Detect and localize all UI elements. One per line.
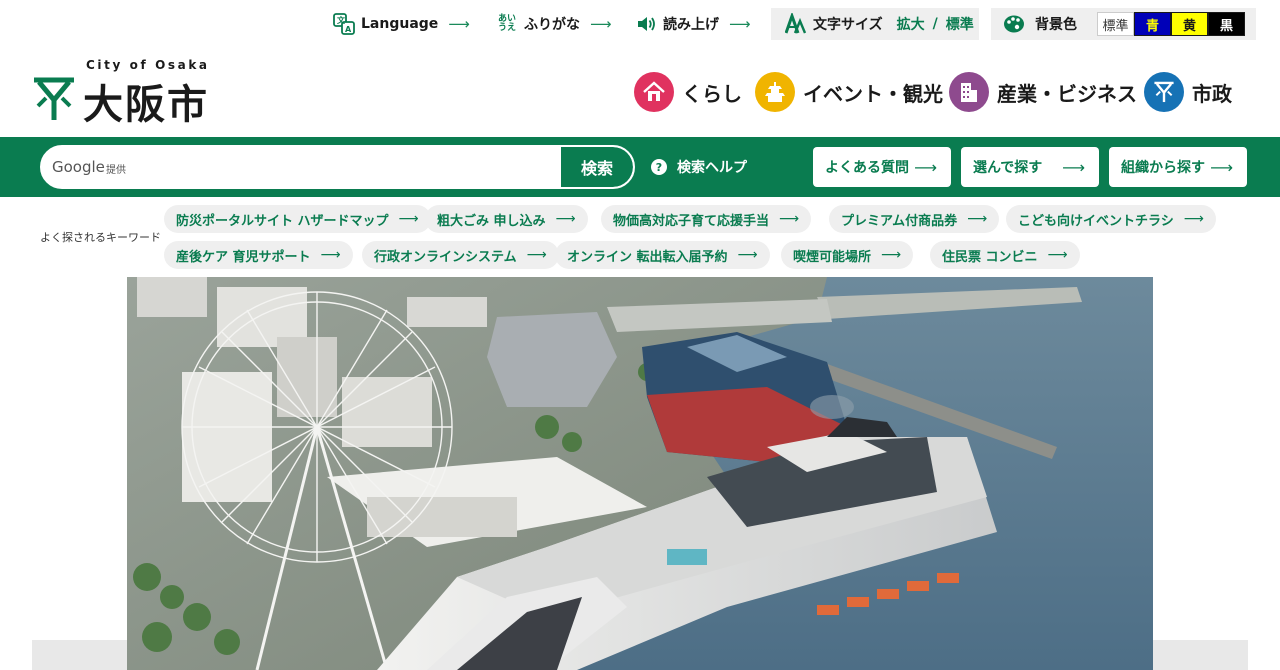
font-size-enlarge[interactable]: 拡大 <box>897 14 925 34</box>
hero-photo-illustration <box>127 277 1153 670</box>
keywords-label: よく探されるキーワード <box>40 231 161 244</box>
font-size-icon <box>785 13 807 35</box>
arrow-right-icon: ⟶ <box>1210 157 1233 177</box>
font-size-standard[interactable]: 標準 <box>946 14 974 34</box>
furigana-icon-bottom: うえ <box>497 23 516 33</box>
keyword-label: 防災ポータルサイト ハザードマップ <box>176 213 389 229</box>
keyword-label: こども向けイベントチラシ <box>1018 213 1174 229</box>
logo-japanese: 大阪市 <box>83 82 209 128</box>
keyword-label: プレミアム付商品券 <box>841 213 958 229</box>
choose-search-label: 選んで探す <box>973 160 1043 176</box>
background-color-label: 背景色 <box>1035 17 1077 33</box>
speaker-icon <box>635 13 657 35</box>
search-band: Google 提供 検索 ? 検索ヘルプ よくある質問 ⟶ 選んで探す ⟶ 組織… <box>0 137 1280 197</box>
keyword-label: オンライン 転出転入届予約 <box>567 249 728 265</box>
keyword-chip[interactable]: こども向けイベントチラシ ⟶ <box>1006 205 1216 233</box>
furigana-link[interactable]: あい うえ ふりがな ⟶ <box>496 8 612 40</box>
city-emblem-icon <box>34 77 74 120</box>
building-icon <box>949 72 989 112</box>
background-color-control: 背景色 標準 青 黄 黒 <box>991 8 1256 40</box>
search-input[interactable] <box>138 153 558 181</box>
font-size-separator: / <box>932 16 938 32</box>
font-size-label: 文字サイズ <box>813 17 883 33</box>
keyword-chip[interactable]: 行政オンラインシステム ⟶ <box>362 241 559 269</box>
arrow-right-icon: ⟶ <box>737 247 758 263</box>
nav-kurashi-label: くらし <box>682 81 742 106</box>
google-provided-label: 提供 <box>106 165 126 176</box>
arrow-right-icon: ⟶ <box>967 211 988 227</box>
keyword-chip[interactable]: 粗大ごみ 申し込み ⟶ <box>425 205 588 233</box>
faq-button[interactable]: よくある質問 ⟶ <box>813 147 951 187</box>
city-emblem-icon <box>1144 72 1184 112</box>
search-help-link[interactable]: ? 検索ヘルプ <box>651 157 747 177</box>
language-label: Language <box>361 16 439 32</box>
arrow-right-icon: ⟶ <box>398 211 419 227</box>
help-icon: ? <box>651 159 667 175</box>
arrow-right-icon: ⟶ <box>590 15 612 33</box>
nav-business[interactable]: 産業・ビジネス <box>949 71 1137 113</box>
read-aloud-link[interactable]: 読み上げ ⟶ <box>635 8 751 40</box>
bg-blue-button[interactable]: 青 <box>1134 12 1171 36</box>
nav-business-label: 産業・ビジネス <box>997 81 1137 106</box>
keyword-label: 喫煙可能場所 <box>793 249 872 265</box>
keyword-chip[interactable]: 住民票 コンビニ ⟶ <box>930 241 1080 269</box>
nav-events[interactable]: イベント・観光 <box>755 71 943 113</box>
arrow-right-icon: ⟶ <box>448 15 470 33</box>
keyword-chip[interactable]: 産後ケア 育児サポート ⟶ <box>164 241 353 269</box>
search-box: Google 提供 検索 <box>40 145 635 189</box>
keyword-label: 粗大ごみ 申し込み <box>437 213 546 229</box>
osaka-city-logo[interactable]: City of Osaka 大阪市 <box>32 58 242 128</box>
arrow-right-icon: ⟶ <box>1062 157 1085 177</box>
keyword-label: 行政オンラインシステム <box>374 249 517 265</box>
nav-shisei-label: 市政 <box>1192 81 1232 106</box>
bg-yellow-button[interactable]: 黄 <box>1171 12 1208 36</box>
search-help-label: 検索ヘルプ <box>677 160 747 176</box>
google-label: Google <box>52 158 105 176</box>
keyword-chip[interactable]: 防災ポータルサイト ハザードマップ ⟶ <box>164 205 431 233</box>
keyword-label: 産後ケア 育児サポート <box>176 249 311 265</box>
palette-icon <box>1003 13 1025 35</box>
arrow-right-icon: ⟶ <box>779 211 800 227</box>
keyword-chip[interactable]: オンライン 転出転入届予約 ⟶ <box>555 241 770 269</box>
house-icon <box>634 72 674 112</box>
arrow-right-icon: ⟶ <box>1183 211 1204 227</box>
arrow-right-icon: ⟶ <box>1047 247 1068 263</box>
svg-text:A: A <box>345 25 352 34</box>
arrow-right-icon: ⟶ <box>914 157 937 177</box>
keyword-chip[interactable]: プレミアム付商品券 ⟶ <box>829 205 1000 233</box>
arrow-right-icon: ⟶ <box>320 247 341 263</box>
keyword-label: 住民票 コンビニ <box>942 249 1038 265</box>
faq-label: よくある質問 <box>825 160 909 176</box>
svg-text:文: 文 <box>337 15 346 25</box>
arrow-right-icon: ⟶ <box>881 247 902 263</box>
keyword-chip[interactable]: 喫煙可能場所 ⟶ <box>781 241 914 269</box>
keyword-chip[interactable]: 物価高対応子育て応援手当 ⟶ <box>601 205 812 233</box>
translate-icon: 文A <box>333 13 355 35</box>
arrow-right-icon: ⟶ <box>555 211 576 227</box>
arrow-right-icon: ⟶ <box>526 247 547 263</box>
choose-search-button[interactable]: 選んで探す ⟶ <box>961 147 1099 187</box>
bg-standard-button[interactable]: 標準 <box>1097 12 1134 36</box>
keyword-label: 物価高対応子育て応援手当 <box>613 213 770 229</box>
language-link[interactable]: 文A Language ⟶ <box>333 8 470 40</box>
search-button[interactable]: 検索 <box>561 147 633 187</box>
furigana-icon: あい うえ <box>496 13 518 35</box>
utility-bar: 文A Language ⟶ あい うえ ふりがな ⟶ 読み上げ ⟶ 文字サイズ 拡… <box>0 8 1280 40</box>
nav-events-label: イベント・観光 <box>803 81 943 106</box>
bg-black-button[interactable]: 黒 <box>1208 12 1245 36</box>
org-search-button[interactable]: 組織から探す ⟶ <box>1109 147 1247 187</box>
furigana-label: ふりがな <box>524 17 580 33</box>
font-size-control: 文字サイズ 拡大 / 標準 <box>771 8 979 40</box>
hero-image <box>127 277 1153 670</box>
castle-icon <box>755 72 795 112</box>
logo-english: City of Osaka <box>86 58 210 72</box>
read-aloud-label: 読み上げ <box>663 17 719 33</box>
arrow-right-icon: ⟶ <box>729 15 751 33</box>
nav-kurashi[interactable]: くらし <box>634 71 742 113</box>
org-search-label: 組織から探す <box>1121 160 1205 176</box>
nav-shisei[interactable]: 市政 <box>1144 71 1232 113</box>
